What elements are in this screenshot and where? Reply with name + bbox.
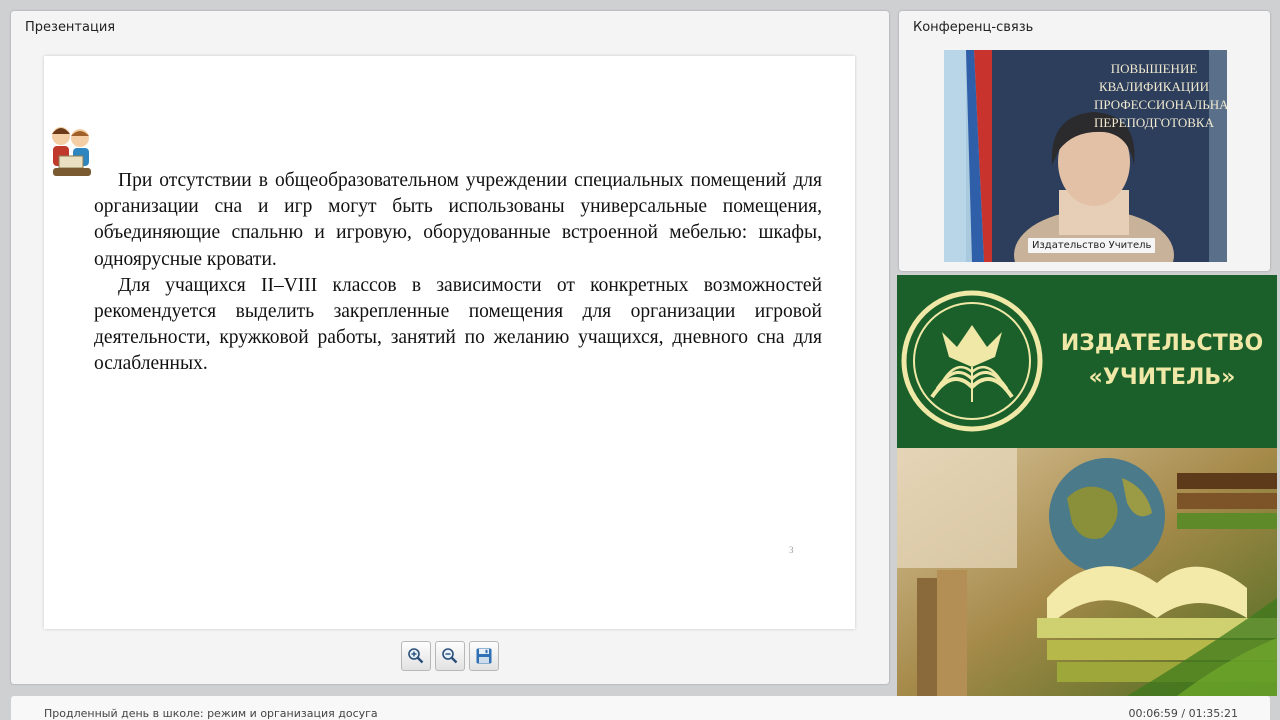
save-button[interactable]: [469, 641, 499, 671]
participant-video[interactable]: ПОВЫШЕНИЕ КВАЛИФИКАЦИИ ПРОФЕССИОНАЛЬНАЯ …: [944, 50, 1227, 262]
backdrop-line: ПРОФЕССИОНАЛЬНАЯ: [1094, 97, 1227, 112]
zoom-in-button[interactable]: [401, 641, 431, 671]
backdrop-line: ПОВЫШЕНИЕ: [1110, 61, 1198, 76]
backdrop-line: ПЕРЕПОДГОТОВКА: [1094, 115, 1214, 130]
participant-name-label: Издательство Учитель: [1028, 238, 1156, 253]
slide-paragraph: При отсутствии в общеобразовательном учр…: [94, 170, 822, 270]
backdrop-text: ПОВЫШЕНИЕ КВАЛИФИКАЦИИ ПРОФЕССИОНАЛЬНАЯ …: [1094, 60, 1227, 132]
webinar-title: Продленный день в школе: режим и организ…: [44, 707, 378, 720]
backdrop-line: КВАЛИФИКАЦИИ: [1099, 79, 1209, 94]
conference-panel-title: Конференц-связь: [913, 20, 1034, 35]
publisher-name-line1: ИЗДАТЕЛЬСТВО: [1060, 331, 1264, 356]
publisher-name-line2: «УЧИТЕЛЬ»: [1088, 365, 1236, 390]
slide-body-text: При отсутствии в общеобразовательном учр…: [94, 168, 822, 378]
conference-panel: Конференц-связь ПОВЫШЕНИЕ КВАЛИФИКАЦИИ П…: [899, 11, 1270, 271]
publisher-banner: ИЗДАТЕЛЬСТВО «УЧИТЕЛЬ»: [897, 275, 1277, 448]
presentation-panel-title: Презентация: [25, 20, 116, 35]
playback-time: 00:06:59 / 01:35:21: [1128, 707, 1238, 720]
slide-paragraph: Для учащихся II–VIII классов в зависимос…: [94, 274, 822, 375]
save-icon: [476, 648, 492, 664]
books-globe-graphic: [897, 448, 1277, 696]
children-reading-illustration: [52, 127, 91, 176]
zoom-in-icon: [408, 648, 424, 664]
books-globe-image: [897, 448, 1277, 696]
player-footer: Продленный день в школе: режим и организ…: [11, 696, 1270, 720]
presentation-toolbar: [401, 641, 499, 671]
publisher-emblem-icon: [901, 290, 1043, 432]
zoom-out-button[interactable]: [435, 641, 465, 671]
presentation-slide: При отсутствии в общеобразовательном учр…: [44, 56, 855, 629]
publisher-name: ИЗДАТЕЛЬСТВО «УЧИТЕЛЬ»: [1057, 327, 1267, 395]
presentation-panel: Презентация При отсутствии в общеобразов…: [11, 11, 889, 684]
slide-page-number: 3: [789, 545, 794, 555]
zoom-out-icon: [442, 648, 458, 664]
